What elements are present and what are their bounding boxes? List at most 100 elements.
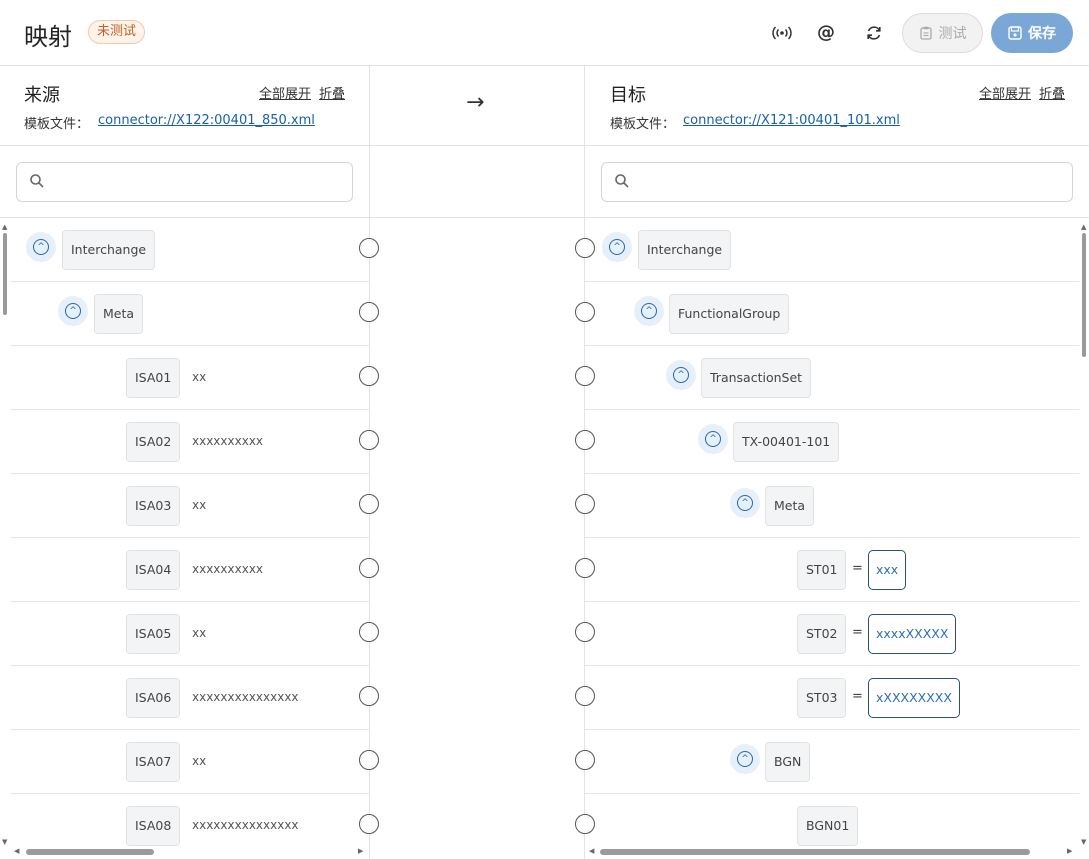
- value-field[interactable]: xxx: [868, 550, 907, 590]
- value-field[interactable]: xxxxXXXXX: [868, 614, 957, 654]
- broadcast-icon[interactable]: [770, 21, 794, 45]
- status-badge: 未测试: [88, 20, 146, 44]
- target-vertical-scrollbar[interactable]: [1082, 233, 1086, 357]
- tree-row: ^ FunctionalGroup: [585, 282, 1079, 346]
- scroll-right-arrow-icon[interactable]: ▶: [1067, 847, 1072, 855]
- equals-sign: =: [852, 625, 863, 640]
- test-button[interactable]: 测试: [902, 13, 983, 53]
- source-connector-handle[interactable]: [359, 302, 379, 322]
- target-file-label: 模板文件：: [610, 117, 676, 132]
- tree-node-label[interactable]: ISA01: [126, 358, 181, 398]
- target-collapse-link[interactable]: 折叠: [1039, 83, 1065, 102]
- scroll-down-arrow-icon[interactable]: ▼: [1081, 838, 1086, 846]
- tree-node-label[interactable]: FunctionalGroup: [669, 294, 790, 334]
- tree-row: ^ TX-00401-101: [585, 410, 1079, 474]
- source-connector-handle[interactable]: [359, 814, 379, 834]
- tree-node-label[interactable]: ISA08: [126, 806, 181, 846]
- tree-row: ISA04 xxxxxxxxxx: [10, 538, 369, 602]
- target-horizontal-scrollbar[interactable]: [600, 849, 1030, 855]
- target-panel-header: 目标 全部展开 折叠 模板文件： connector://X121:00401_…: [585, 66, 1089, 146]
- tree-node-label[interactable]: ISA05: [126, 614, 181, 654]
- tree-node-label[interactable]: BGN: [765, 742, 811, 782]
- scroll-up-arrow-icon[interactable]: ▲: [2, 223, 7, 231]
- tree-node-value: xxxxxxxxxxxxxxx: [192, 690, 299, 704]
- scroll-left-arrow-icon[interactable]: ◀: [589, 847, 594, 855]
- source-file-link[interactable]: connector://X122:00401_850.xml: [98, 113, 315, 128]
- search-icon: [615, 174, 629, 188]
- tree-node-label[interactable]: ISA04: [126, 550, 181, 590]
- tree-node-label[interactable]: ISA03: [126, 486, 181, 526]
- collapse-toggle-icon[interactable]: ^: [58, 296, 88, 326]
- page-header: 映射 未测试 @ 测试 保存: [0, 0, 1089, 66]
- tree-row: ^ Interchange: [585, 218, 1079, 282]
- tree-node-label[interactable]: ISA07: [126, 742, 181, 782]
- source-connector-handle[interactable]: [359, 686, 379, 706]
- save-button[interactable]: 保存: [991, 13, 1073, 53]
- source-connector-handle[interactable]: [359, 238, 379, 258]
- source-search-box[interactable]: [16, 162, 353, 202]
- tree-row: ISA07 xx: [10, 730, 369, 794]
- scroll-left-arrow-icon[interactable]: ◀: [14, 847, 19, 855]
- tree-row: BGN01: [585, 794, 1079, 848]
- source-connector-handle[interactable]: [359, 750, 379, 770]
- mapping-search-spacer: [370, 146, 584, 218]
- tree-row: ISA01 xx: [10, 346, 369, 410]
- target-search-input[interactable]: [638, 169, 1064, 195]
- tree-node-label[interactable]: ST02: [797, 614, 847, 654]
- tree-row: ISA05 xx: [10, 602, 369, 666]
- collapse-toggle-icon[interactable]: ^: [698, 424, 728, 454]
- tree-node-value: xxxxxxxxxx: [192, 562, 264, 576]
- scroll-right-arrow-icon[interactable]: ▶: [358, 847, 363, 855]
- collapse-toggle-icon[interactable]: ^: [26, 232, 56, 262]
- tree-row: ^ TransactionSet: [585, 346, 1079, 410]
- tree-row: ISA03 xx: [10, 474, 369, 538]
- value-field[interactable]: xXXXXXXXX: [868, 678, 960, 718]
- tree-node-label[interactable]: ISA06: [126, 678, 181, 718]
- tree-node-label[interactable]: BGN01: [797, 806, 859, 846]
- tree-node-label[interactable]: ISA02: [126, 422, 181, 462]
- test-button-label: 测试: [938, 25, 967, 41]
- source-connector-handle[interactable]: [359, 558, 379, 578]
- tree-node-label[interactable]: Meta: [94, 294, 144, 334]
- scroll-up-arrow-icon[interactable]: ▲: [1081, 223, 1086, 231]
- source-connector-handle[interactable]: [359, 430, 379, 450]
- tree-node-label[interactable]: ST03: [797, 678, 847, 718]
- tree-row: ^ Meta: [10, 282, 369, 346]
- tree-node-label[interactable]: TX-00401-101: [733, 422, 840, 462]
- tree-row: ST03 = xXXXXXXXX: [585, 666, 1079, 730]
- save-button-label: 保存: [1028, 25, 1056, 41]
- source-collapse-link[interactable]: 折叠: [319, 83, 345, 102]
- scroll-down-arrow-icon[interactable]: ▼: [2, 838, 7, 846]
- tree-row: ST01 = xxx: [585, 538, 1079, 602]
- source-search-area: [0, 146, 369, 218]
- collapse-toggle-icon[interactable]: ^: [666, 360, 696, 390]
- tree-node-value: xx: [192, 626, 207, 640]
- refresh-icon[interactable]: [862, 21, 886, 45]
- tree-node-label[interactable]: Interchange: [638, 230, 732, 270]
- target-file-link[interactable]: connector://X121:00401_101.xml: [683, 113, 900, 128]
- collapse-toggle-icon[interactable]: ^: [730, 744, 760, 774]
- tree-node-label[interactable]: ST01: [797, 550, 847, 590]
- collapse-toggle-icon[interactable]: ^: [730, 488, 760, 518]
- tree-row: ISA02 xxxxxxxxxx: [10, 410, 369, 474]
- tree-node-value: xxxxxxxxxx: [192, 434, 264, 448]
- tree-node-label[interactable]: Interchange: [62, 230, 156, 270]
- source-connector-handle[interactable]: [359, 622, 379, 642]
- target-expand-all-link[interactable]: 全部展开: [979, 83, 1031, 102]
- tree-node-label[interactable]: Meta: [765, 486, 815, 526]
- source-horizontal-scrollbar[interactable]: [26, 849, 154, 855]
- source-vertical-scrollbar[interactable]: [3, 233, 7, 315]
- target-search-area: [585, 146, 1089, 218]
- source-connector-handle[interactable]: [359, 366, 379, 386]
- source-tree: ^ Interchange ^ Meta ISA01 xx ISA02 xxxx…: [0, 218, 369, 848]
- search-icon: [30, 174, 44, 188]
- source-connector-handle[interactable]: [359, 494, 379, 514]
- source-expand-all-link[interactable]: 全部展开: [259, 83, 311, 102]
- tree-row: ^ Interchange: [10, 218, 369, 282]
- collapse-toggle-icon[interactable]: ^: [634, 296, 664, 326]
- target-search-box[interactable]: [601, 162, 1073, 202]
- source-search-input[interactable]: [53, 169, 344, 195]
- collapse-toggle-icon[interactable]: ^: [602, 232, 632, 262]
- tree-node-label[interactable]: TransactionSet: [701, 358, 812, 398]
- at-icon[interactable]: @: [814, 21, 838, 45]
